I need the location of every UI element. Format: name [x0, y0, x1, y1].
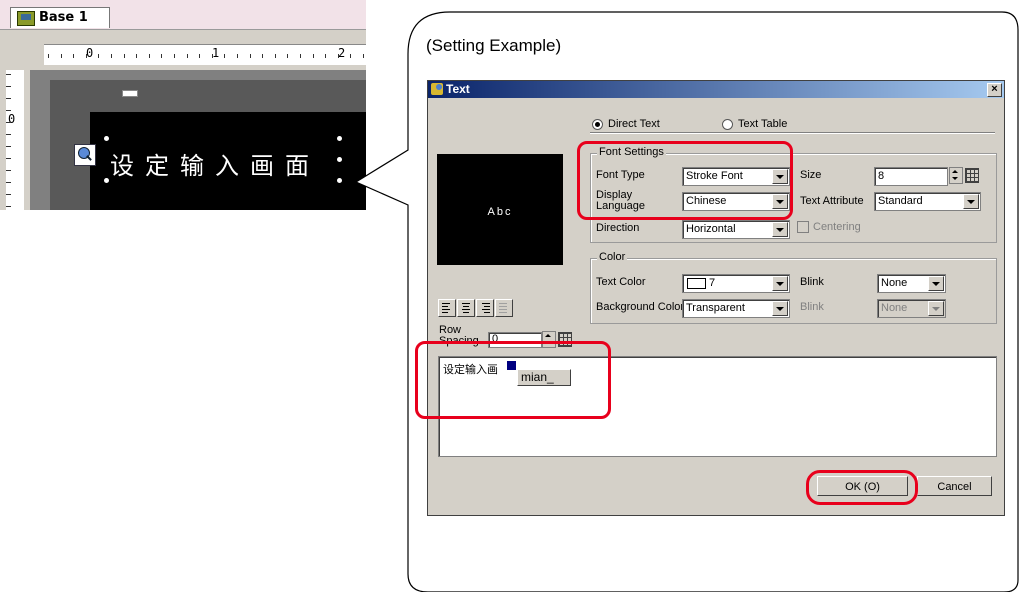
- centering-checkbox[interactable]: Centering: [797, 221, 861, 233]
- select-value: Horizontal: [686, 223, 736, 235]
- text-dialog: Text × Direct Text Text Table Abc Font S…: [427, 80, 1005, 516]
- background-color-select[interactable]: Transparent: [682, 299, 790, 318]
- background-color-label: Background Color: [596, 301, 685, 313]
- radio-label: Direct Text: [608, 118, 660, 130]
- chevron-down-icon[interactable]: [928, 301, 944, 316]
- row-spacing-spin-button[interactable]: [542, 331, 556, 348]
- select-value: Standard: [878, 195, 923, 207]
- keypad-icon[interactable]: [558, 332, 572, 347]
- preview-text: Abc: [487, 206, 513, 218]
- text-preview: Abc: [437, 154, 563, 265]
- select-value: 7: [709, 277, 716, 289]
- direction-label: Direction: [596, 222, 640, 234]
- display-language-label: Display Language: [596, 189, 645, 212]
- group-legend: Font Settings: [597, 146, 666, 158]
- chevron-down-icon[interactable]: [772, 301, 788, 316]
- color-swatch: [687, 278, 706, 289]
- font-type-select[interactable]: Stroke Font: [682, 167, 790, 186]
- display-language-select[interactable]: Chinese: [682, 192, 790, 211]
- chevron-down-icon[interactable]: [928, 276, 944, 291]
- ime-candidate-box[interactable]: mian_: [517, 369, 571, 386]
- keypad-icon[interactable]: [965, 168, 979, 183]
- chevron-down-icon[interactable]: [772, 169, 788, 184]
- select-value: Transparent: [686, 302, 745, 314]
- blink-select-disabled[interactable]: None: [877, 299, 946, 318]
- font-type-label: Font Type: [596, 169, 645, 181]
- select-value: None: [881, 302, 908, 314]
- select-value: Chinese: [686, 195, 727, 207]
- size-label: Size: [800, 169, 822, 181]
- checkbox-box: [797, 221, 809, 233]
- chevron-down-icon[interactable]: [772, 222, 788, 237]
- close-button[interactable]: ×: [987, 83, 1002, 97]
- radio-dot: [722, 118, 733, 130]
- text-color-select[interactable]: 7: [682, 274, 790, 293]
- ime-candidate-text: mian_: [521, 370, 554, 384]
- row-spacing-label: Row Spacing: [439, 324, 479, 347]
- radio-label: Text Table: [738, 118, 788, 130]
- radio-direct-text[interactable]: Direct Text: [592, 118, 660, 130]
- callout-title: (Setting Example): [426, 36, 562, 55]
- blink-label: Blink: [800, 276, 824, 288]
- row-spacing-input[interactable]: 0: [488, 332, 542, 348]
- text-attribute-select[interactable]: Standard: [874, 192, 981, 211]
- chevron-down-icon[interactable]: [963, 194, 979, 209]
- size-value: 8: [878, 170, 885, 182]
- text-input-area[interactable]: 设定输入画 mian_: [438, 356, 997, 457]
- align-left-button[interactable]: [438, 299, 456, 317]
- ok-button[interactable]: OK (O): [817, 476, 908, 496]
- size-spin-button[interactable]: [949, 167, 963, 184]
- dialog-titlebar: Text ×: [428, 81, 1004, 98]
- divider: [590, 132, 995, 134]
- direction-select[interactable]: Horizontal: [682, 220, 790, 239]
- blink-select[interactable]: None: [877, 274, 946, 293]
- align-justify-button[interactable]: [495, 299, 513, 317]
- chevron-down-icon[interactable]: [772, 194, 788, 209]
- cancel-button[interactable]: Cancel: [917, 476, 992, 496]
- text-attribute-label: Text Attribute: [800, 195, 864, 207]
- row-spacing-value: 0: [492, 333, 499, 345]
- align-right-button[interactable]: [476, 299, 494, 317]
- select-value: Stroke Font: [686, 170, 743, 182]
- text-color-label: Text Color: [596, 276, 646, 288]
- select-value: None: [881, 277, 908, 289]
- size-input[interactable]: 8: [874, 167, 948, 186]
- text-icon: [431, 83, 443, 95]
- text-cursor: [507, 361, 516, 370]
- group-legend: Color: [597, 251, 628, 263]
- align-center-button[interactable]: [457, 299, 475, 317]
- checkbox-label: Centering: [813, 221, 861, 233]
- chevron-down-icon[interactable]: [772, 276, 788, 291]
- radio-text-table[interactable]: Text Table: [722, 118, 787, 130]
- dialog-title: Text: [446, 82, 470, 96]
- radio-dot: [592, 118, 603, 130]
- blink-label-disabled: Blink: [800, 301, 824, 313]
- text-content: 设定输入画: [443, 363, 498, 376]
